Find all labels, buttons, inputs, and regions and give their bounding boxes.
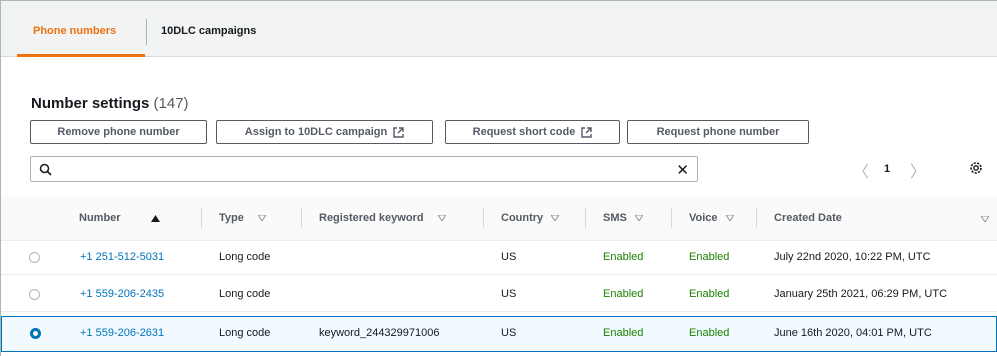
- table-header: Number Type Registered keyword Country S…: [1, 196, 997, 241]
- chevron-left-icon[interactable]: 〈: [853, 158, 869, 182]
- column-type-label: Type: [219, 212, 244, 224]
- request-short-code-button[interactable]: Request short code: [445, 120, 620, 144]
- table-row-selected[interactable]: +1 559-206-2631 Long code keyword_244329…: [1, 316, 997, 352]
- external-link-icon: [581, 126, 593, 138]
- column-country[interactable]: Country: [501, 212, 560, 224]
- external-link-icon: [393, 126, 404, 138]
- number-count: (147): [153, 95, 189, 112]
- sort-icon: [437, 215, 446, 221]
- column-voice[interactable]: Voice: [689, 212, 734, 224]
- sort-icon: [551, 215, 560, 221]
- close-icon[interactable]: ✕: [676, 161, 689, 179]
- keyword-cell: keyword_244329971006: [319, 327, 440, 339]
- column-voice-label: Voice: [689, 212, 718, 224]
- assign-10dlc-campaign-button[interactable]: Assign to 10DLC campaign: [216, 120, 433, 144]
- column-registered-keyword[interactable]: Registered keyword: [319, 212, 446, 224]
- column-created-date[interactable]: Created Date: [774, 212, 842, 224]
- created-date-cell: June 16th 2020, 04:01 PM, UTC: [774, 327, 932, 339]
- created-date-cell: July 22nd 2020, 10:22 PM, UTC: [774, 251, 931, 263]
- column-type[interactable]: Type: [219, 212, 266, 224]
- table-row[interactable]: +1 559-206-2435 Long code US Enabled Ena…: [1, 278, 997, 312]
- phone-number-link[interactable]: +1 559-206-2435: [80, 288, 164, 300]
- row-select-radio[interactable]: [29, 252, 40, 263]
- column-divider: [756, 208, 757, 228]
- column-divider: [483, 208, 484, 228]
- remove-phone-number-label: Remove phone number: [57, 126, 180, 138]
- sms-status: Enabled: [603, 288, 644, 300]
- sms-status: Enabled: [603, 327, 644, 339]
- search-field[interactable]: ✕: [30, 156, 698, 182]
- sort-icon: [634, 215, 643, 221]
- sort-icon: [725, 215, 734, 221]
- column-country-label: Country: [501, 212, 544, 224]
- sort-icon[interactable]: [981, 216, 989, 222]
- assign-10dlc-campaign-label: Assign to 10DLC campaign: [244, 126, 388, 138]
- column-created-date-label: Created Date: [774, 212, 842, 224]
- chevron-right-icon[interactable]: 〉: [910, 158, 926, 182]
- type-cell: Long code: [219, 251, 271, 263]
- column-divider: [585, 208, 586, 228]
- page-title: Number settings (147): [31, 95, 189, 112]
- type-cell: Long code: [219, 327, 271, 339]
- gear-icon[interactable]: [969, 161, 983, 178]
- tab-10dlc-campaigns[interactable]: 10DLC campaigns: [161, 25, 256, 37]
- column-keyword-label: Registered keyword: [319, 212, 424, 224]
- row-select-radio[interactable]: [30, 328, 41, 339]
- request-short-code-label: Request short code: [472, 126, 576, 138]
- tab-phone-numbers[interactable]: Phone numbers: [33, 25, 116, 37]
- active-tab-indicator: [17, 54, 145, 57]
- column-divider: [671, 208, 672, 228]
- column-number[interactable]: Number: [79, 212, 160, 224]
- column-divider: [301, 208, 302, 228]
- type-cell: Long code: [219, 288, 271, 300]
- sort-ascending-icon: [150, 214, 160, 222]
- column-divider: [201, 208, 202, 228]
- table-row[interactable]: +1 251-512-5031 Long code US Enabled Ena…: [1, 241, 997, 275]
- search-icon: [39, 163, 52, 179]
- request-phone-number-button[interactable]: Request phone number: [627, 120, 809, 144]
- phone-number-link[interactable]: +1 559-206-2631: [80, 327, 164, 339]
- page-title-text: Number settings: [31, 95, 150, 112]
- voice-status: Enabled: [689, 251, 730, 263]
- column-number-label: Number: [79, 212, 121, 224]
- phone-number-link[interactable]: +1 251-512-5031: [80, 251, 164, 263]
- country-cell: US: [501, 288, 517, 300]
- column-sms[interactable]: SMS: [603, 212, 643, 224]
- sort-icon: [257, 215, 266, 221]
- row-select-radio[interactable]: [29, 289, 40, 300]
- column-sms-label: SMS: [603, 212, 627, 224]
- sms-status: Enabled: [603, 251, 644, 263]
- country-cell: US: [501, 327, 517, 339]
- voice-status: Enabled: [689, 288, 730, 300]
- page-number[interactable]: 1: [884, 163, 890, 175]
- voice-status: Enabled: [689, 327, 730, 339]
- country-cell: US: [501, 251, 517, 263]
- tab-bar: Phone numbers 10DLC campaigns: [1, 1, 997, 57]
- tab-divider: [146, 19, 147, 45]
- created-date-cell: January 25th 2021, 06:29 PM, UTC: [774, 288, 948, 300]
- request-phone-number-label: Request phone number: [656, 126, 780, 138]
- remove-phone-number-button[interactable]: Remove phone number: [30, 120, 207, 144]
- search-input[interactable]: [59, 160, 659, 178]
